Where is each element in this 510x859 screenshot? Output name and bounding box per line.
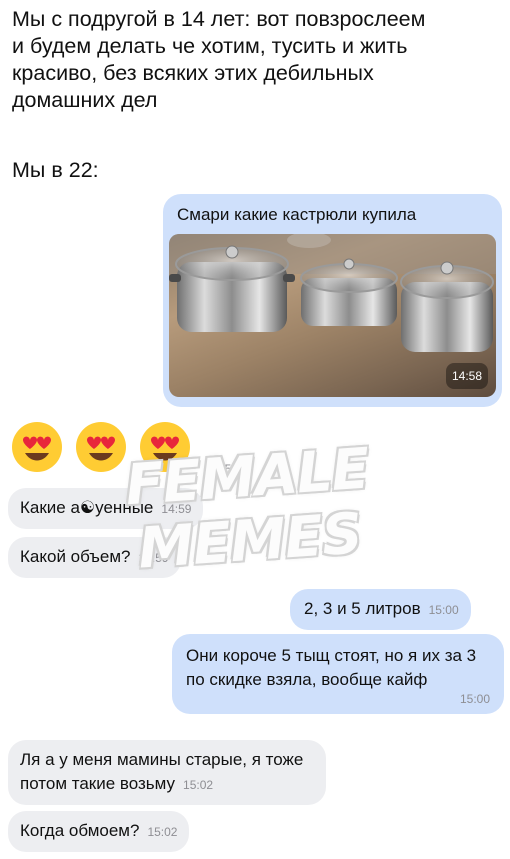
- message-time: 14:59: [138, 551, 169, 565]
- message-bubble-incoming[interactable]: Ля а у меня мамины старые, я тоже потом …: [8, 740, 326, 805]
- meme-caption-top: Мы с подругой в 14 лет: вот повзрослеем …: [12, 7, 426, 112]
- message-bubble-outgoing[interactable]: 2, 3 и 5 литров 15:00: [290, 589, 471, 630]
- photo-message-bubble[interactable]: Смари какие кастрюли купила 14:58: [163, 194, 502, 407]
- message-text: Ля а у меня мамины старые, я тоже потом …: [20, 750, 304, 793]
- message-bubble-incoming[interactable]: Какие а☯уенные 14:59: [8, 488, 204, 529]
- message-bubble-incoming[interactable]: Какой объем? 14:59: [8, 537, 181, 578]
- message-time: 14:59: [161, 502, 192, 516]
- heart-eyes-emoji-icon: [76, 422, 126, 472]
- message-bubble-incoming[interactable]: Когда обмоем? 15:02: [8, 811, 190, 852]
- message-time: 14:58: [208, 462, 239, 476]
- heart-eyes-emoji-icon: [140, 422, 190, 472]
- message-time: 15:00: [459, 692, 490, 706]
- message-text: Они короче 5 тыщ стоят, но я их за 3 по …: [186, 646, 477, 689]
- photo-message-text: Смари какие кастрюли купила: [177, 205, 417, 224]
- message-text: Какие а☯уенные: [20, 498, 154, 517]
- message-text: Какой объем?: [20, 547, 131, 566]
- message-time: 15:00: [428, 603, 459, 617]
- message-time: 15:02: [147, 825, 178, 839]
- message-time: 14:58: [445, 363, 488, 389]
- message-time: 15:02: [183, 778, 214, 792]
- pots-photo[interactable]: 14:58: [169, 234, 496, 397]
- meme-caption-bottom: Мы в 22:: [12, 158, 99, 182]
- message-text: Когда обмоем?: [20, 821, 140, 840]
- heart-eyes-emoji-icon: [12, 422, 62, 472]
- message-bubble-outgoing[interactable]: Они короче 5 тыщ стоят, но я их за 3 по …: [172, 634, 504, 714]
- message-text: 2, 3 и 5 литров: [304, 599, 421, 618]
